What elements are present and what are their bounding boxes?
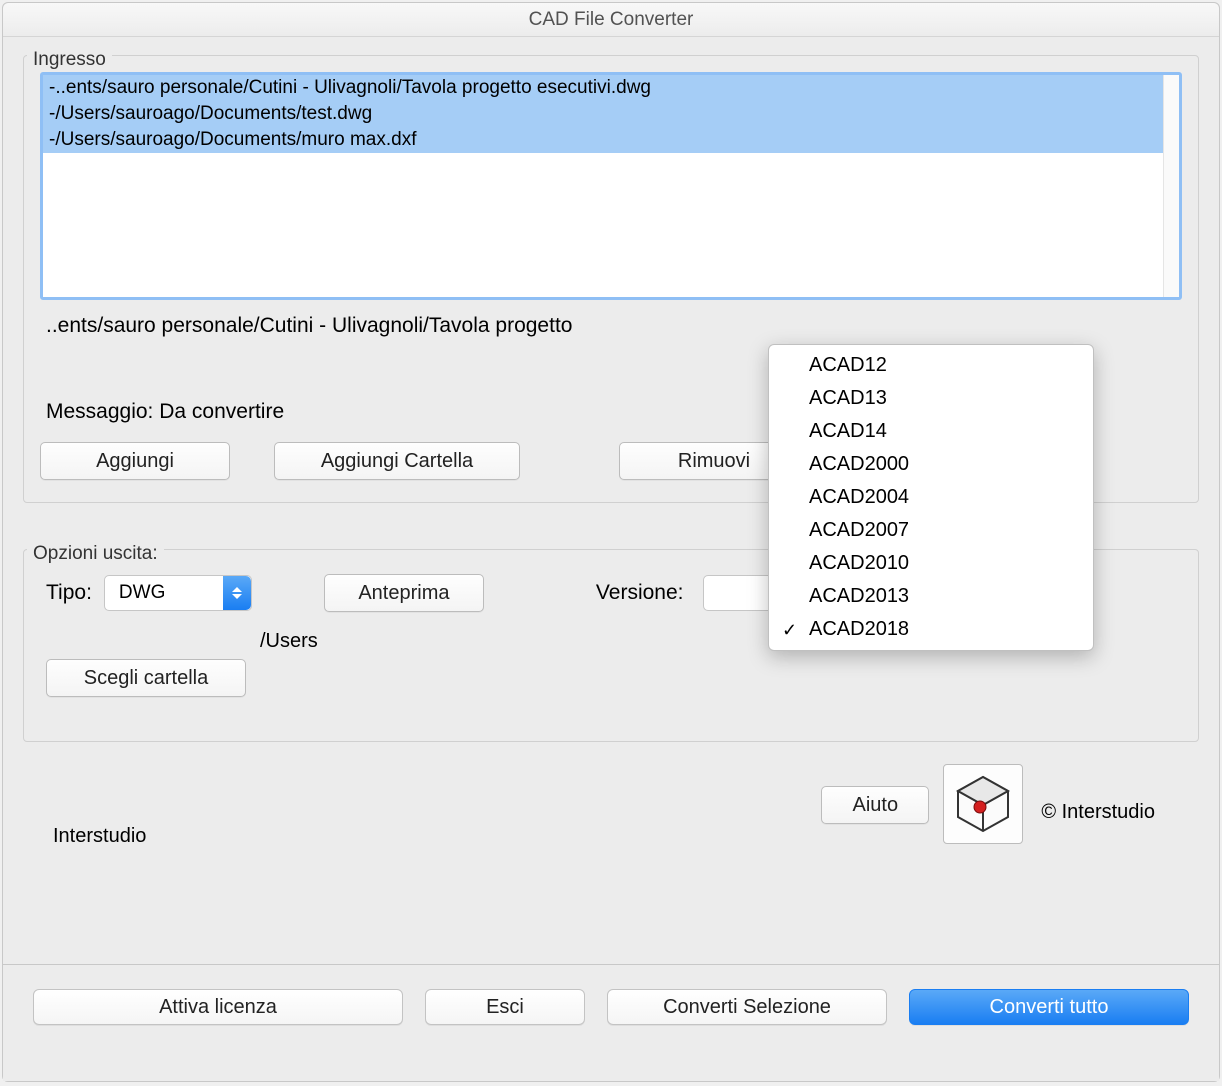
list-item[interactable]: -..ents/sauro personale/Cutini - Ulivagn… <box>43 75 1163 101</box>
dropdown-item[interactable]: ACAD2007 <box>769 514 1093 547</box>
window-titlebar: CAD File Converter <box>3 3 1219 37</box>
vendor-label: Interstudio <box>53 825 821 848</box>
dropdown-item[interactable]: ACAD2013 <box>769 580 1093 613</box>
preview-button[interactable]: Anteprima <box>324 574 484 612</box>
versione-dropdown-popup[interactable]: ACAD12 ACAD13 ACAD14 ACAD2000 ACAD2004 A… <box>768 344 1094 651</box>
scrollbar[interactable] <box>1163 75 1179 297</box>
vendor-logo <box>943 764 1023 844</box>
convert-all-button[interactable]: Converti tutto <box>909 989 1189 1025</box>
output-label: Opzioni uscita: <box>27 543 164 565</box>
dropdown-item[interactable]: ACAD14 <box>769 415 1093 448</box>
copyright-text: © Interstudio <box>1041 801 1155 824</box>
chevron-updown-icon <box>223 576 251 610</box>
file-list[interactable]: -..ents/sauro personale/Cutini - Ulivagn… <box>40 72 1182 300</box>
dropdown-item[interactable]: ACAD2010 <box>769 547 1093 580</box>
tipo-label: Tipo: <box>46 581 92 605</box>
footer-row: Interstudio Aiuto © Interstudio <box>23 768 1199 854</box>
choose-folder-button[interactable]: Scegli cartella <box>46 659 246 697</box>
action-bar: Attiva licenza Esci Converti Selezione C… <box>3 964 1219 1081</box>
list-item[interactable]: -/Users/sauroago/Documents/test.dwg <box>43 101 1163 127</box>
cube-icon <box>952 773 1014 835</box>
help-button[interactable]: Aiuto <box>821 786 929 824</box>
add-folder-button[interactable]: Aggiungi Cartella <box>274 442 520 480</box>
tipo-select[interactable]: DWG <box>104 575 252 611</box>
list-item[interactable]: -/Users/sauroago/Documents/muro max.dxf <box>43 127 1163 153</box>
versione-label: Versione: <box>596 581 684 605</box>
dropdown-item[interactable]: ACAD2004 <box>769 481 1093 514</box>
dropdown-item[interactable]: ACAD12 <box>769 349 1093 382</box>
checkmark-icon: ✓ <box>782 620 797 641</box>
ingresso-label: Ingresso <box>27 49 112 71</box>
convert-selection-button[interactable]: Converti Selezione <box>607 989 887 1025</box>
dropdown-item[interactable]: ACAD2000 <box>769 448 1093 481</box>
dropdown-item[interactable]: ACAD13 <box>769 382 1093 415</box>
activate-license-button[interactable]: Attiva licenza <box>33 989 403 1025</box>
exit-button[interactable]: Esci <box>425 989 585 1025</box>
selected-file-path: ..ents/sauro personale/Cutini - Ulivagno… <box>46 314 1182 338</box>
window-title: CAD File Converter <box>529 9 694 31</box>
file-list-inner[interactable]: -..ents/sauro personale/Cutini - Ulivagn… <box>43 75 1163 297</box>
add-button[interactable]: Aggiungi <box>40 442 230 480</box>
message-value: Da convertire <box>159 400 284 423</box>
app-window: CAD File Converter Ingresso -..ents/saur… <box>2 2 1220 1082</box>
destination-folder-path: /Users <box>260 630 318 653</box>
message-label: Messaggio: <box>46 400 153 423</box>
dropdown-item[interactable]: ✓ ACAD2018 <box>769 613 1093 646</box>
tipo-value: DWG <box>119 582 165 604</box>
dropdown-item-label: ACAD2018 <box>809 618 909 640</box>
